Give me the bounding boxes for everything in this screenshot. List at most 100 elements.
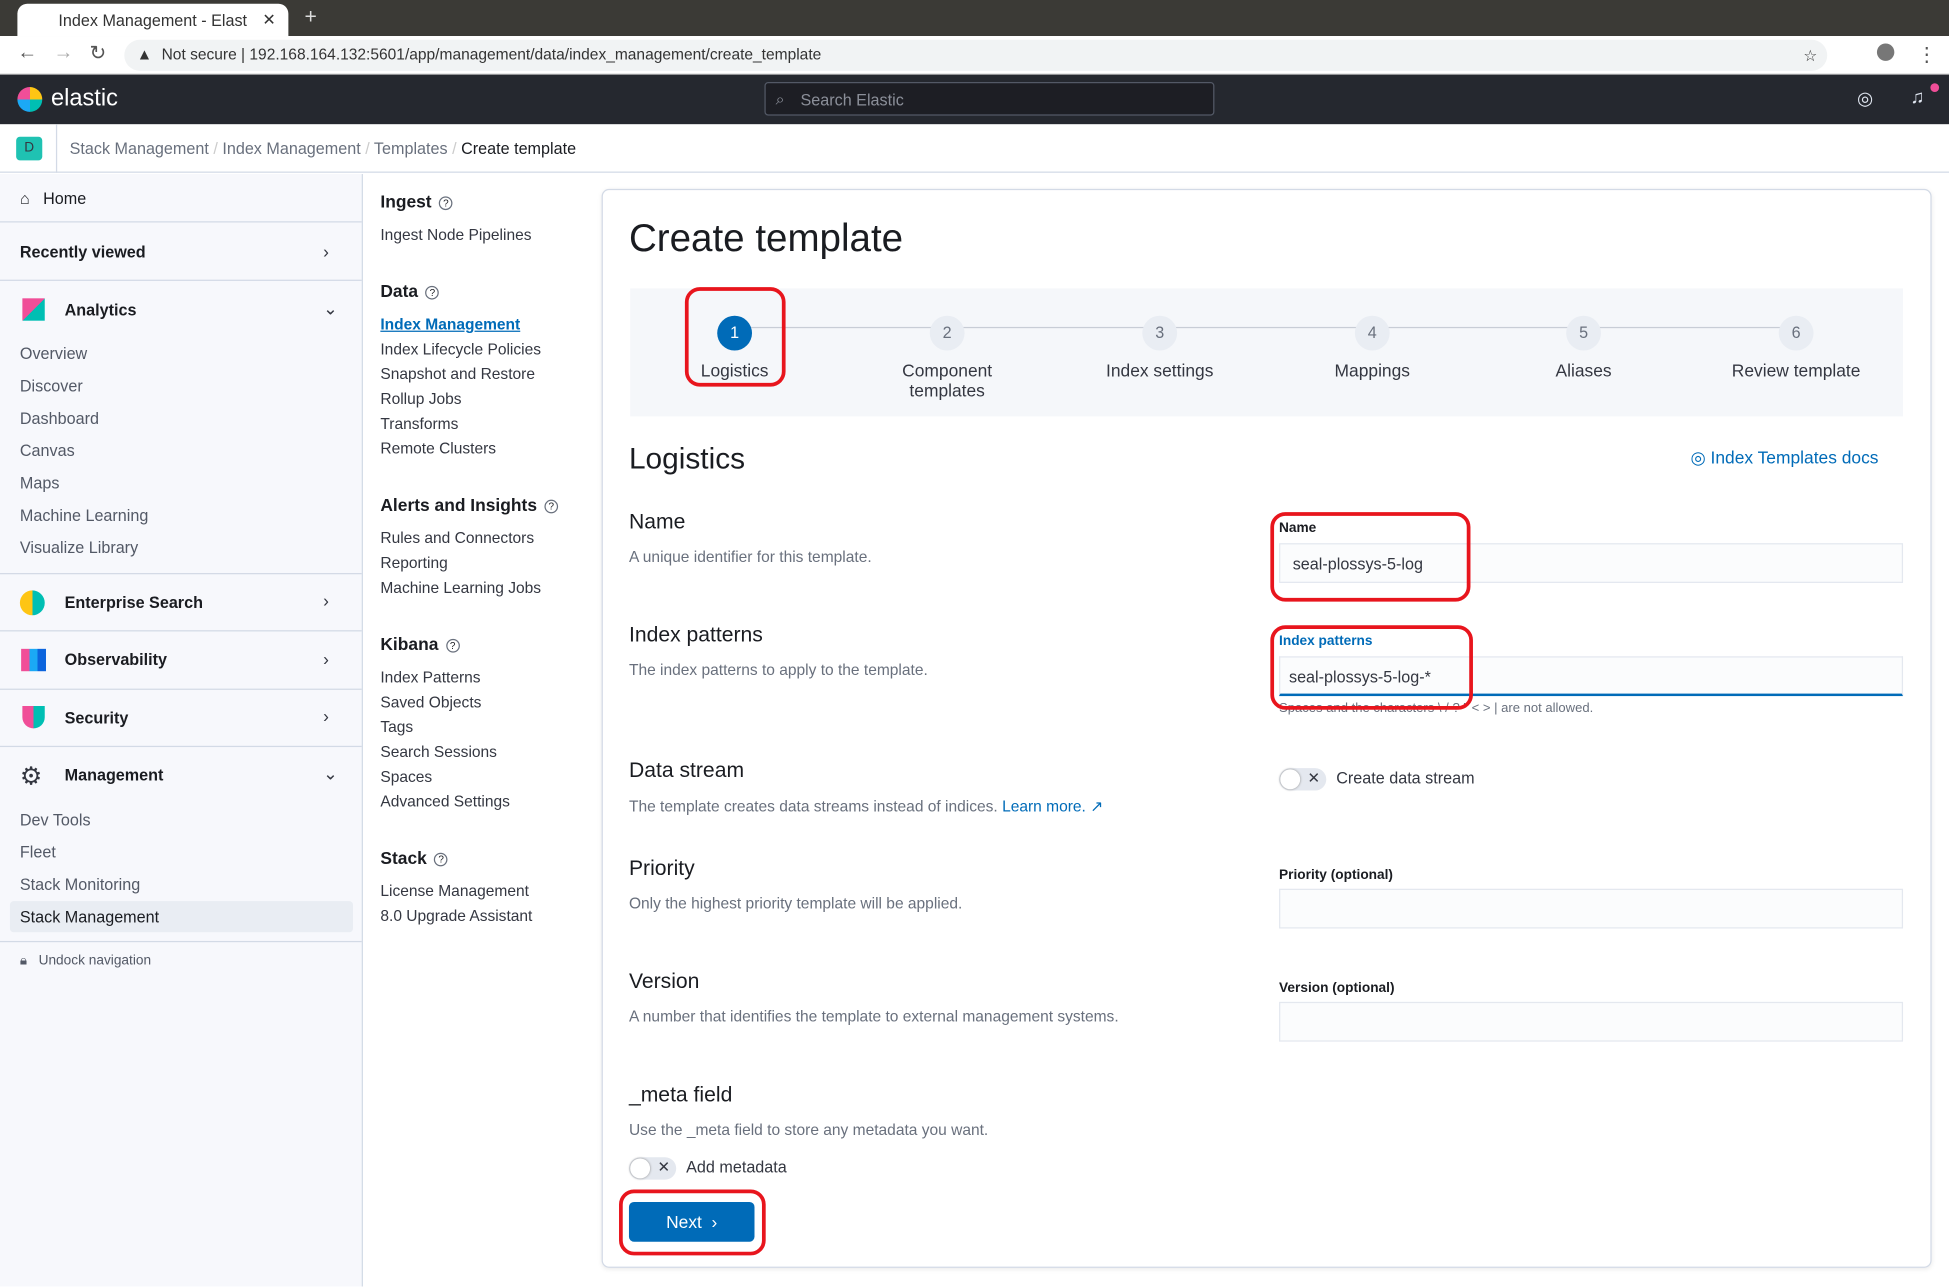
- sidebar-recently-viewed[interactable]: Recently viewed: [20, 242, 146, 261]
- sidebar-item-stack-monitoring[interactable]: Stack Monitoring: [20, 875, 140, 894]
- sidebar-item-dashboard[interactable]: Dashboard: [20, 409, 99, 428]
- name-desc: A unique identifier for this template.: [628, 548, 872, 566]
- nav-index-lifecycle-policies[interactable]: Index Lifecycle Policies: [380, 341, 541, 358]
- space-avatar[interactable]: D: [16, 136, 43, 161]
- browser-tab[interactable]: Index Management - Elast ✕: [17, 3, 289, 37]
- search-input[interactable]: ⌕ Search Elastic: [764, 82, 1215, 116]
- nav-remote-clusters[interactable]: Remote Clusters: [380, 440, 496, 457]
- step-mappings[interactable]: 4 Mappings: [1279, 315, 1465, 380]
- breadcrumb-templates[interactable]: Templates: [374, 139, 448, 158]
- highlight-annotation: [619, 1189, 766, 1256]
- gear-icon: ⚙: [19, 763, 43, 791]
- version-desc: A number that identifies the template to…: [628, 1008, 1119, 1026]
- sidebar-item-canvas[interactable]: Canvas: [20, 441, 75, 460]
- sidebar-item-machine-learning[interactable]: Machine Learning: [20, 506, 148, 525]
- nav-license-management[interactable]: License Management: [380, 883, 529, 900]
- nav-transforms[interactable]: Transforms: [380, 415, 458, 432]
- sidebar-home[interactable]: ⌂ Home: [20, 189, 86, 208]
- name-title: Name: [628, 509, 686, 534]
- nav-rollup-jobs[interactable]: Rollup Jobs: [380, 390, 461, 407]
- close-tab-icon[interactable]: ✕: [262, 10, 276, 30]
- forward-icon[interactable]: →: [53, 42, 73, 64]
- add-metadata-toggle[interactable]: ✕ Add metadata: [628, 1157, 787, 1180]
- security-label: Not secure: [161, 45, 237, 64]
- home-icon: ⌂: [19, 188, 30, 208]
- sidebar-item-fleet[interactable]: Fleet: [20, 843, 56, 862]
- nav-ml-jobs[interactable]: Machine Learning Jobs: [380, 579, 541, 596]
- search-placeholder: Search Elastic: [800, 90, 904, 110]
- nav-index-patterns[interactable]: Index Patterns: [380, 669, 480, 686]
- sidebar-enterprise-search[interactable]: Enterprise Search: [65, 593, 203, 612]
- sidebar: ⌂ Home Recently viewed › Analytics ⌄ Overv…: [0, 174, 363, 1287]
- step-index-settings[interactable]: 3 Index settings: [1066, 315, 1252, 380]
- sidebar-item-visualize-library[interactable]: Visualize Library: [20, 538, 138, 557]
- stepper: 1 Logistics 2 Component templates 3 Index s…: [630, 288, 1904, 417]
- nav-advanced-settings[interactable]: Advanced Settings: [380, 793, 510, 810]
- star-icon[interactable]: ☆: [1803, 46, 1817, 64]
- new-tab-button[interactable]: +: [305, 5, 317, 30]
- breadcrumb-stack-management[interactable]: Stack Management: [70, 139, 209, 158]
- highlight-annotation: [684, 287, 786, 387]
- notification-dot: [1930, 83, 1940, 92]
- undock-navigation[interactable]: 🔒︎ Undock navigation: [20, 953, 151, 969]
- news-icon[interactable]: ♫: [1910, 87, 1924, 108]
- nav-saved-objects[interactable]: Saved Objects: [380, 694, 481, 711]
- create-data-stream-toggle[interactable]: ✕ Create data stream: [1279, 768, 1475, 791]
- meta-desc: Use the _meta field to store any metadat…: [628, 1121, 989, 1139]
- priority-desc: Only the highest priority template will …: [628, 894, 963, 913]
- chevron-down-icon[interactable]: ⌄: [323, 763, 338, 784]
- sidebar-item-discover[interactable]: Discover: [20, 377, 83, 396]
- nav-search-sessions[interactable]: Search Sessions: [380, 743, 497, 760]
- chevron-right-icon[interactable]: ›: [323, 241, 329, 261]
- section-title: Logistics: [628, 442, 746, 477]
- sidebar-observability[interactable]: Observability: [65, 650, 167, 669]
- chevron-right-icon[interactable]: ›: [323, 706, 329, 726]
- version-input[interactable]: [1279, 1001, 1904, 1042]
- index-patterns-title: Index patterns: [628, 622, 763, 647]
- sidebar-item-stack-management[interactable]: Stack Management: [20, 907, 159, 926]
- help-icon[interactable]: ◎: [1857, 87, 1873, 109]
- nav-ingest-node-pipelines[interactable]: Ingest Node Pipelines: [380, 226, 531, 243]
- nav-upgrade-assistant[interactable]: 8.0 Upgrade Assistant: [380, 907, 532, 924]
- nav-tags[interactable]: Tags: [380, 718, 413, 735]
- step-component-templates[interactable]: 2 Component templates: [854, 315, 1040, 400]
- index-patterns-desc: The index patterns to apply to the templ…: [628, 661, 928, 679]
- highlight-annotation: [1270, 512, 1471, 602]
- sidebar-analytics[interactable]: Analytics: [65, 301, 137, 320]
- chevron-right-icon[interactable]: ›: [323, 649, 329, 669]
- sidebar-management[interactable]: Management: [65, 766, 164, 785]
- priority-input[interactable]: [1279, 888, 1904, 929]
- brand[interactable]: elastic: [51, 86, 118, 113]
- observability-icon: [21, 648, 46, 672]
- sidebar-security[interactable]: Security: [65, 709, 129, 728]
- help-icon: ?: [434, 852, 448, 867]
- profile-icon[interactable]: [1876, 43, 1895, 61]
- tab-title: Index Management - Elast: [58, 11, 248, 30]
- reload-icon[interactable]: ↻: [89, 41, 106, 66]
- help-icon: ◎: [1690, 447, 1706, 468]
- nav-group-ingest: Ingest?: [380, 191, 453, 211]
- nav-spaces[interactable]: Spaces: [380, 768, 432, 785]
- nav-index-management[interactable]: Index Management: [380, 316, 520, 333]
- nav-rules-connectors[interactable]: Rules and Connectors: [380, 530, 534, 547]
- breadcrumb-index-management[interactable]: Index Management: [222, 139, 360, 158]
- chevron-right-icon[interactable]: ›: [323, 590, 329, 610]
- external-link-icon: ↗: [1090, 798, 1104, 816]
- step-aliases[interactable]: 5 Aliases: [1490, 315, 1676, 380]
- back-icon[interactable]: ←: [17, 42, 37, 64]
- sidebar-item-overview[interactable]: Overview: [20, 344, 87, 363]
- menu-icon[interactable]: ⋮: [1917, 42, 1937, 67]
- sidebar-item-dev-tools[interactable]: Dev Tools: [20, 810, 91, 829]
- chevron-down-icon[interactable]: ⌄: [323, 298, 338, 319]
- enterprise-search-icon: [19, 590, 45, 616]
- docs-link[interactable]: ◎ Index Templates docs: [1690, 447, 1878, 468]
- version-title: Version: [628, 969, 700, 994]
- elastic-logo-icon[interactable]: [17, 87, 43, 112]
- sidebar-item-maps[interactable]: Maps: [20, 474, 60, 493]
- learn-more-link[interactable]: Learn more.: [1002, 798, 1086, 815]
- step-review-template[interactable]: 6 Review template: [1703, 315, 1889, 380]
- url-field[interactable]: ▲ Not secure | 192.168.164.132:5601/app/m…: [124, 39, 1828, 71]
- nav-snapshot-restore[interactable]: Snapshot and Restore: [380, 365, 535, 382]
- meta-title: _meta field: [628, 1082, 733, 1107]
- nav-reporting[interactable]: Reporting: [380, 554, 447, 571]
